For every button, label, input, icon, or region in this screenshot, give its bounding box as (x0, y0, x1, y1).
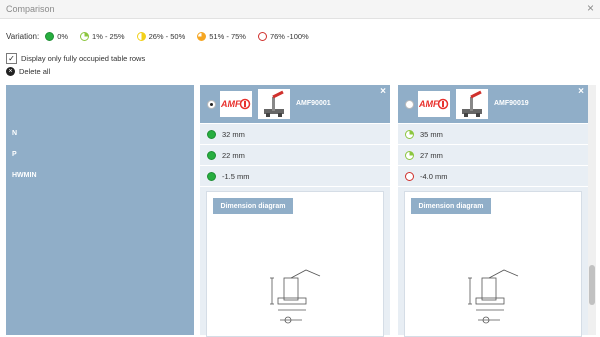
legend-item-3: 51% - 75% (197, 31, 246, 41)
window-title: Comparison (6, 4, 55, 14)
value-text: 27 mm (420, 150, 443, 160)
diagram-panel: Dimension diagram (206, 191, 384, 337)
value-cell: 35 mm (398, 124, 588, 144)
variation-0-icon (207, 129, 216, 139)
variation-1-25-icon (80, 31, 90, 41)
legend-item-1: 1% - 25% (80, 31, 125, 41)
value-cell: 32 mm (200, 124, 390, 144)
product-header: AMF AMF90001 × (200, 85, 390, 123)
brand-text: AMF (221, 99, 241, 109)
value-cell: -4.0 mm (398, 166, 588, 186)
legend-label: 0% (57, 31, 69, 41)
attribute-label-column: N P HWMIN (6, 85, 194, 335)
variation-1-25-icon (405, 129, 414, 139)
variation-51-75-icon (197, 31, 207, 41)
dimension-drawing (270, 269, 321, 324)
fully-occupied-label[interactable]: Display only fully occupied table rows (21, 54, 145, 63)
diagram-panel: Dimension diagram (404, 191, 582, 337)
legend-item-0: 0% (45, 31, 69, 41)
legend-item-4: 76% -100% (257, 31, 309, 41)
product-thumbnail (258, 89, 290, 119)
close-icon[interactable]: × (587, 1, 594, 15)
value-cell: 22 mm (200, 145, 390, 165)
legend-label: 26% - 50% (148, 31, 186, 41)
delete-all-button[interactable]: × Delete all (6, 67, 50, 76)
row-label-n: N (12, 130, 18, 137)
scrollbar-thumb[interactable] (589, 265, 595, 305)
delete-all-icon[interactable]: × (6, 67, 15, 76)
dimension-drawing (468, 269, 519, 324)
legend-item-2: 26% - 50% (136, 31, 186, 41)
value-text: -4.0 mm (420, 171, 448, 181)
diagram-cell: Dimension diagram (200, 187, 390, 337)
row-label-p: P (12, 151, 17, 158)
remove-product-icon[interactable]: × (380, 86, 386, 97)
title-bar: Comparison × (0, 0, 600, 19)
variation-76-100-icon (405, 171, 414, 181)
value-cell: 27 mm (398, 145, 588, 165)
select-product-radio[interactable] (405, 100, 414, 109)
variation-label: Variation: (6, 31, 40, 41)
toggle-clamp-image (264, 90, 284, 117)
legend-label: 1% - 25% (92, 31, 125, 41)
value-text: -1.5 mm (222, 171, 250, 181)
diagram-cell: Dimension diagram (398, 187, 588, 337)
amf-logo-mark: AMF (221, 98, 251, 110)
article-number: AMF90019 (494, 100, 529, 107)
vertical-scrollbar[interactable] (588, 85, 596, 335)
dimension-diagram-button[interactable]: Dimension diagram (411, 198, 491, 214)
amf-logo-mark: AMF (419, 98, 449, 110)
comparison-table: N P HWMIN AMF AMF90001 × 32 mm 22 mm -1.… (6, 85, 596, 337)
variation-legend: Variation: 0% 1% - 25% 26% - 50% 51% - 7… (6, 30, 321, 42)
fully-occupied-option[interactable]: ✓ Display only fully occupied table rows (6, 53, 145, 64)
value-cell: -1.5 mm (200, 166, 390, 186)
delete-all-label[interactable]: Delete all (19, 67, 50, 76)
article-number: AMF90001 (296, 100, 331, 107)
toggle-clamp-image (462, 90, 482, 117)
product-column-2: AMF AMF90019 × 35 mm 27 mm -4.0 mm Dimen… (398, 85, 588, 337)
product-header: AMF AMF90019 × (398, 85, 588, 123)
value-text: 35 mm (420, 129, 443, 139)
variation-0-icon (207, 171, 216, 181)
variation-0-icon (207, 150, 216, 160)
amf-logo: AMF (418, 91, 450, 117)
variation-26-50-icon (136, 31, 146, 41)
row-label-hwmin: HWMIN (12, 172, 37, 179)
amf-logo: AMF (220, 91, 252, 117)
legend-label: 76% -100% (269, 31, 309, 41)
dimension-diagram-button[interactable]: Dimension diagram (213, 198, 293, 214)
remove-product-icon[interactable]: × (578, 86, 584, 97)
value-text: 22 mm (222, 150, 245, 160)
select-product-radio[interactable] (207, 100, 216, 109)
value-text: 32 mm (222, 129, 245, 139)
brand-text: AMF (419, 99, 439, 109)
fully-occupied-checkbox[interactable]: ✓ (6, 53, 17, 64)
variation-0-icon (45, 31, 55, 41)
variation-76-100-icon (257, 31, 267, 41)
product-thumbnail (456, 89, 488, 119)
variation-1-25-icon (405, 150, 414, 160)
product-column-1: AMF AMF90001 × 32 mm 22 mm -1.5 mm Dimen… (200, 85, 390, 337)
legend-label: 51% - 75% (209, 31, 246, 41)
